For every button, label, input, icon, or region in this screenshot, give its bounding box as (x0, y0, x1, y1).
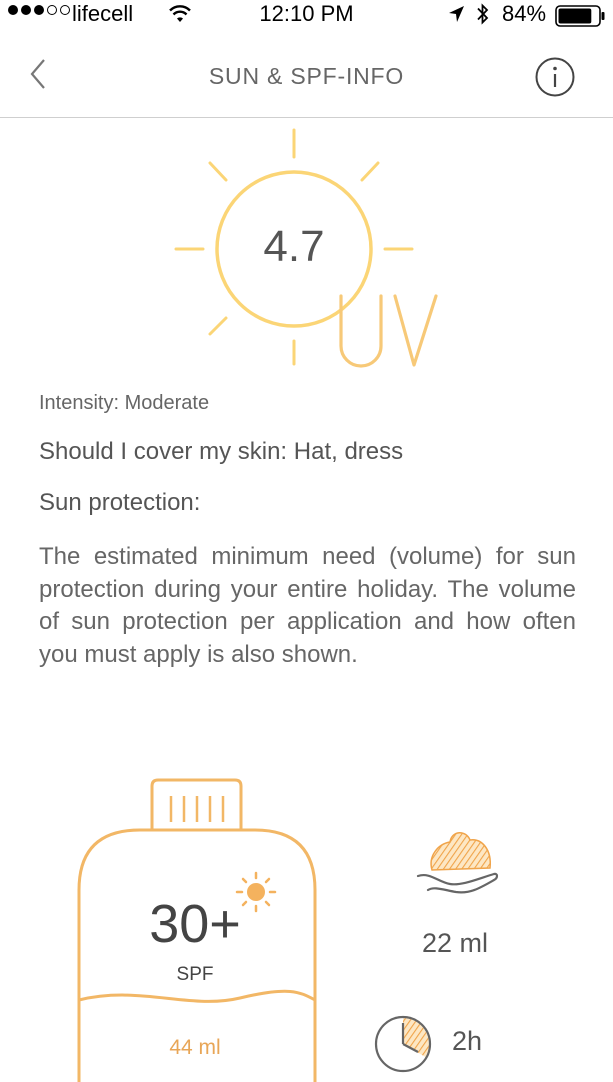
uv-intensity: Intensity: Moderate (39, 392, 210, 414)
uv-index-value: 4.7 (263, 222, 325, 271)
spf-label: SPF (176, 964, 214, 985)
hand-cream-icon (416, 832, 499, 894)
sun-protection-description: The estimated minimum need (volume) for … (39, 543, 576, 668)
volume-per-application: 22 ml (421, 928, 489, 958)
application-interval: 2h (452, 1026, 483, 1056)
sun-protection-heading: Sun protection: (39, 489, 201, 516)
total-volume: 44 ml (169, 1036, 221, 1059)
spf-value: 30+ (149, 894, 241, 954)
cover-skin-advice: Should I cover my skin: Hat, dress (39, 438, 404, 465)
uv-label (339, 294, 438, 368)
clock-icon (374, 1015, 432, 1073)
uv-sun-icon (174, 128, 414, 366)
